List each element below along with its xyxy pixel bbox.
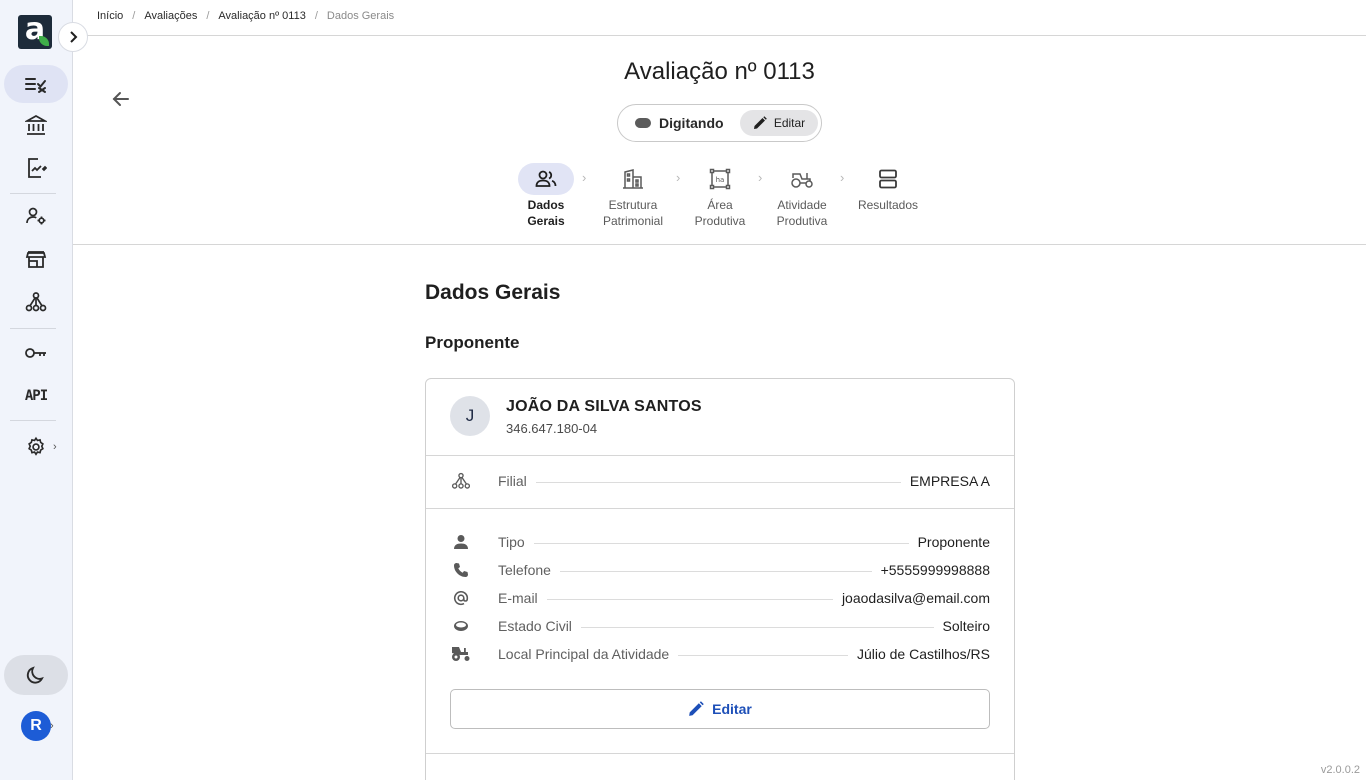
store-icon bbox=[25, 251, 47, 268]
field-value: joaodasilva@email.com bbox=[832, 590, 990, 606]
person-name: JOÃO DA SILVA SANTOS bbox=[506, 398, 702, 415]
chevron-right-icon bbox=[70, 31, 78, 43]
hectare-icon: ha bbox=[709, 168, 731, 190]
field-value: +5555999998888 bbox=[871, 562, 990, 578]
status-label: Digitando bbox=[659, 115, 724, 131]
results-icon bbox=[879, 169, 897, 189]
step-label: Dados Gerais bbox=[527, 198, 565, 228]
field-label: Local Principal da Atividade bbox=[498, 646, 679, 662]
breadcrumb: Início / Avaliações / Avaliação nº 0113 … bbox=[97, 10, 395, 22]
network-icon bbox=[25, 292, 47, 312]
sidebar-item-store[interactable] bbox=[4, 240, 68, 278]
tab-atividade-produtiva[interactable]: Atividade Produtiva bbox=[771, 163, 833, 229]
edit-button-label: Editar bbox=[712, 701, 752, 717]
chevron-right-icon: › bbox=[840, 170, 845, 185]
edit-proponent-button[interactable]: Editar bbox=[450, 689, 990, 729]
page-title: Avaliação nº 0113 bbox=[624, 58, 815, 85]
tab-area-produtiva[interactable]: ha Área Produtiva bbox=[690, 163, 750, 229]
moon-icon bbox=[26, 666, 44, 684]
section-title: Dados Gerais bbox=[425, 281, 561, 304]
sidebar-item-users[interactable] bbox=[4, 197, 68, 235]
field-row-telefone: Telefone +5555999998888 bbox=[450, 560, 990, 580]
tab-estrutura-patrimonial[interactable]: Estrutura Patrimonial bbox=[598, 163, 668, 229]
tractor-icon bbox=[791, 173, 813, 188]
at-icon bbox=[453, 590, 469, 606]
arrow-left-icon bbox=[112, 92, 129, 106]
person-icon bbox=[454, 535, 468, 549]
field-value: EMPRESA A bbox=[900, 473, 990, 489]
sidebar-collapse-button[interactable] bbox=[58, 22, 88, 52]
app-root: a API › R › Início / Avaliações / Avalia… bbox=[0, 0, 1366, 780]
field-label: Estado Civil bbox=[498, 618, 581, 634]
status-toggle-icon bbox=[635, 118, 651, 128]
checklist-icon bbox=[25, 78, 46, 93]
tab-resultados[interactable]: Resultados bbox=[853, 163, 923, 213]
pencil-icon bbox=[689, 701, 704, 716]
sidebar-item-settings[interactable]: › bbox=[4, 428, 68, 466]
field-row-estado-civil: Estado Civil Solteiro bbox=[450, 616, 990, 636]
people-icon bbox=[535, 170, 557, 187]
tab-dados-gerais[interactable]: Dados Gerais bbox=[517, 163, 575, 229]
field-label: Telefone bbox=[498, 562, 560, 578]
user-avatar[interactable]: R bbox=[21, 711, 51, 741]
field-label: E-mail bbox=[498, 590, 547, 606]
branch-icon bbox=[451, 472, 471, 489]
dark-mode-toggle[interactable] bbox=[4, 655, 68, 695]
key-icon bbox=[25, 348, 46, 358]
chevron-right-icon: › bbox=[758, 170, 763, 185]
sidebar: a API › R › bbox=[0, 0, 73, 780]
sidebar-item-api[interactable]: API bbox=[4, 377, 68, 415]
breadcrumb-current: Dados Gerais bbox=[326, 10, 395, 22]
sidebar-item-keys[interactable] bbox=[4, 334, 68, 372]
chevron-right-icon: › bbox=[50, 720, 54, 732]
svg-text:ha: ha bbox=[716, 176, 725, 184]
tractor-icon bbox=[452, 647, 470, 661]
breadcrumb-home[interactable]: Início bbox=[97, 10, 123, 22]
field-row-email: E-mail joaodasilva@email.com bbox=[450, 588, 990, 608]
step-label: Área Produtiva bbox=[694, 198, 746, 228]
sidebar-item-bank[interactable] bbox=[4, 106, 68, 144]
field-value: Solteiro bbox=[933, 618, 990, 634]
gear-icon bbox=[28, 436, 44, 456]
back-button[interactable] bbox=[109, 87, 133, 111]
field-value: Proponente bbox=[908, 534, 990, 550]
breadcrumb-evaluation[interactable]: Avaliação nº 0113 bbox=[218, 10, 305, 22]
api-icon: API bbox=[24, 388, 48, 404]
user-settings-icon bbox=[26, 207, 46, 225]
field-row-filial: Filial EMPRESA A bbox=[450, 471, 990, 491]
step-label: Resultados bbox=[857, 198, 919, 212]
document-chart-icon bbox=[28, 158, 47, 178]
buildings-icon bbox=[623, 169, 643, 189]
avatar: J bbox=[450, 396, 490, 436]
breadcrumb-evaluations[interactable]: Avaliações bbox=[144, 10, 197, 22]
field-label: Filial bbox=[498, 473, 536, 489]
app-logo[interactable]: a bbox=[18, 15, 52, 49]
subsection-title: Proponente bbox=[425, 333, 520, 352]
field-value: Júlio de Castilhos/RS bbox=[847, 646, 990, 662]
pencil-icon bbox=[753, 116, 767, 129]
step-label: Atividade Produtiva bbox=[776, 198, 828, 228]
status-badge: Digitando Editar bbox=[617, 104, 822, 142]
sidebar-item-reports[interactable] bbox=[4, 149, 68, 187]
person-document: 346.647.180-04 bbox=[506, 421, 598, 436]
edit-status-label: Editar bbox=[773, 116, 806, 130]
edit-status-button[interactable]: Editar bbox=[740, 110, 818, 136]
chevron-right-icon: › bbox=[676, 170, 681, 185]
chevron-right-icon: › bbox=[53, 441, 57, 453]
version-label: v2.0.0.2 bbox=[1320, 764, 1360, 776]
phone-icon bbox=[454, 563, 468, 577]
rings-icon bbox=[454, 621, 468, 631]
chevron-right-icon: › bbox=[582, 170, 587, 185]
proponent-card: J JOÃO DA SILVA SANTOS 346.647.180-04 Fi… bbox=[425, 378, 1015, 780]
field-label: Tipo bbox=[498, 534, 534, 550]
sidebar-item-evaluations[interactable] bbox=[4, 65, 68, 103]
bank-icon bbox=[25, 114, 47, 135]
step-label: Estrutura Patrimonial bbox=[602, 198, 664, 228]
field-row-local: Local Principal da Atividade Júlio de Ca… bbox=[450, 644, 990, 664]
field-row-tipo: Tipo Proponente bbox=[450, 532, 990, 552]
sidebar-item-network[interactable] bbox=[4, 283, 68, 321]
